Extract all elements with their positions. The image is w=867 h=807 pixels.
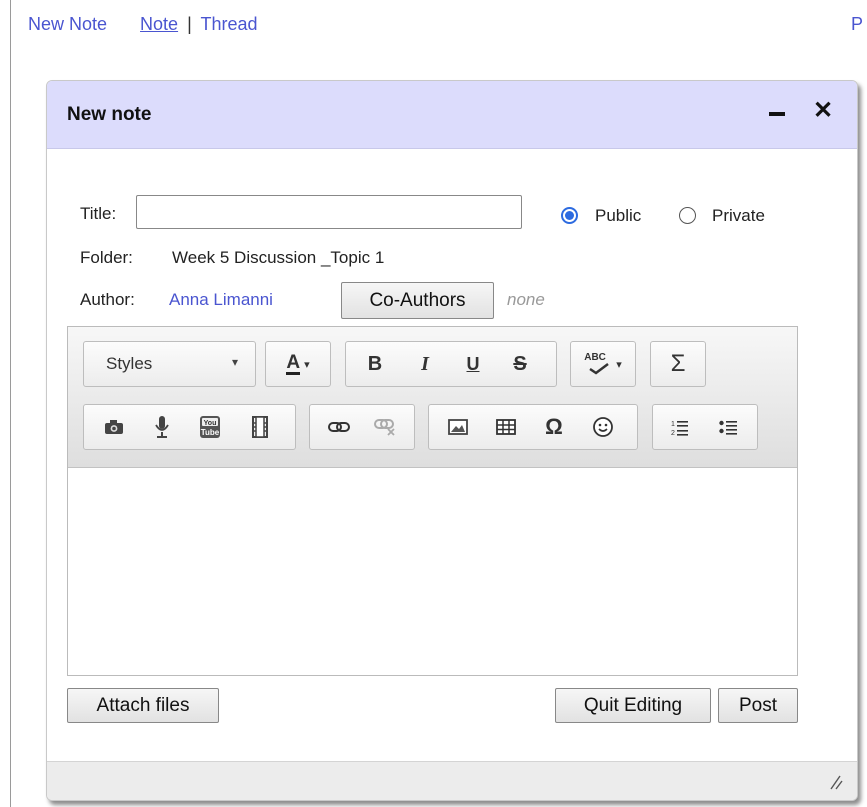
strikethrough-button[interactable]: S	[496, 342, 544, 386]
unlink-icon	[374, 419, 395, 436]
public-radio[interactable]	[561, 207, 578, 224]
film-icon	[252, 416, 268, 438]
private-radio[interactable]	[679, 207, 696, 224]
camera-icon	[105, 420, 123, 434]
svg-text:You: You	[204, 420, 217, 427]
chevron-down-icon: ▾	[232, 355, 239, 369]
link-button[interactable]	[316, 405, 362, 449]
folder-value: Week 5 Discussion _Topic 1	[172, 248, 385, 267]
equation-group: Σ	[650, 341, 706, 387]
styles-label: Styles	[106, 354, 153, 373]
text-color-button[interactable]: A ▾	[266, 342, 330, 386]
nav-separator: |	[187, 14, 192, 34]
svg-text:1: 1	[671, 421, 675, 428]
editor-content-area[interactable]	[68, 468, 797, 675]
table-icon	[496, 419, 516, 435]
sum-button[interactable]: Σ	[651, 342, 705, 386]
video-button[interactable]	[236, 405, 284, 449]
insert-group: Ω	[428, 404, 638, 450]
special-character-button[interactable]: Ω	[531, 405, 577, 449]
image-button[interactable]	[435, 405, 481, 449]
media-group: You Tube	[83, 404, 296, 450]
editor-toolbar: Styles ▾ A ▾ B I U S ABC ▾ Σ You Tube Ω …	[68, 327, 797, 468]
numbered-list-icon: 12	[671, 421, 688, 436]
camera-button[interactable]	[92, 405, 136, 449]
author-label: Author:	[80, 290, 135, 309]
title-label: Title:	[80, 204, 117, 223]
list-group: 12	[652, 404, 758, 450]
numbered-list-button[interactable]: 12	[657, 405, 703, 449]
link-group	[309, 404, 415, 450]
spellcheck-group: ABC ▾	[570, 341, 636, 387]
text-color-group: A ▾	[265, 341, 331, 387]
rich-text-editor: Styles ▾ A ▾ B I U S ABC ▾ Σ You Tube Ω …	[67, 326, 798, 676]
unlink-button[interactable]	[362, 405, 408, 449]
smiley-button[interactable]	[579, 405, 627, 449]
folder-label: Folder:	[80, 248, 133, 267]
svg-text:Tube: Tube	[201, 428, 220, 437]
smiley-icon	[593, 417, 613, 437]
bulleted-list-button[interactable]	[705, 405, 751, 449]
audio-button[interactable]	[140, 405, 184, 449]
text-color-icon: A	[286, 351, 301, 375]
co-authors-button[interactable]: Co-Authors	[341, 282, 494, 319]
youtube-icon: YouTube	[200, 416, 220, 438]
dialog-footer	[47, 761, 857, 800]
thread-link[interactable]: Thread	[200, 14, 257, 34]
styles-dropdown[interactable]: Styles ▾	[83, 341, 256, 387]
new-note-dialog: New note ✕ Title: Public Private Folder:…	[46, 80, 858, 801]
post-button[interactable]: Post	[718, 688, 798, 723]
spellcheck-button[interactable]: ABC ▾	[571, 342, 635, 386]
italic-button[interactable]: I	[402, 342, 448, 386]
co-authors-value: none	[507, 290, 545, 309]
link-icon	[328, 422, 350, 432]
bulleted-list-icon	[719, 420, 737, 435]
right-link-partial[interactable]: P	[851, 14, 863, 35]
dialog-title: New note	[67, 104, 152, 125]
chevron-down-icon: ▾	[616, 358, 622, 371]
quit-editing-button[interactable]: Quit Editing	[555, 688, 711, 723]
title-input[interactable]	[136, 195, 522, 229]
basic-styles-group: B I U S	[345, 341, 557, 387]
private-label[interactable]: Private	[712, 206, 765, 226]
close-icon[interactable]: ✕	[813, 99, 833, 123]
underline-button[interactable]: U	[450, 342, 496, 386]
svg-text:2: 2	[671, 430, 675, 436]
top-nav: New Note Note | Thread	[28, 14, 258, 35]
image-icon	[448, 419, 468, 435]
chevron-down-icon: ▾	[304, 358, 310, 371]
spellcheck-icon: ABC	[584, 352, 614, 376]
note-link[interactable]: Note	[140, 14, 178, 34]
table-button[interactable]	[483, 405, 529, 449]
resize-handle-icon[interactable]	[827, 772, 843, 790]
dialog-header[interactable]: New note ✕	[47, 81, 857, 149]
microphone-icon	[155, 416, 169, 438]
new-note-link[interactable]: New Note	[28, 14, 107, 34]
youtube-button[interactable]: You Tube	[188, 405, 232, 449]
minimize-icon[interactable]	[765, 101, 789, 125]
bold-button[interactable]: B	[352, 342, 398, 386]
attach-files-button[interactable]: Attach files	[67, 688, 219, 723]
public-label[interactable]: Public	[595, 206, 641, 226]
author-name-link[interactable]: Anna Limanni	[169, 290, 273, 310]
